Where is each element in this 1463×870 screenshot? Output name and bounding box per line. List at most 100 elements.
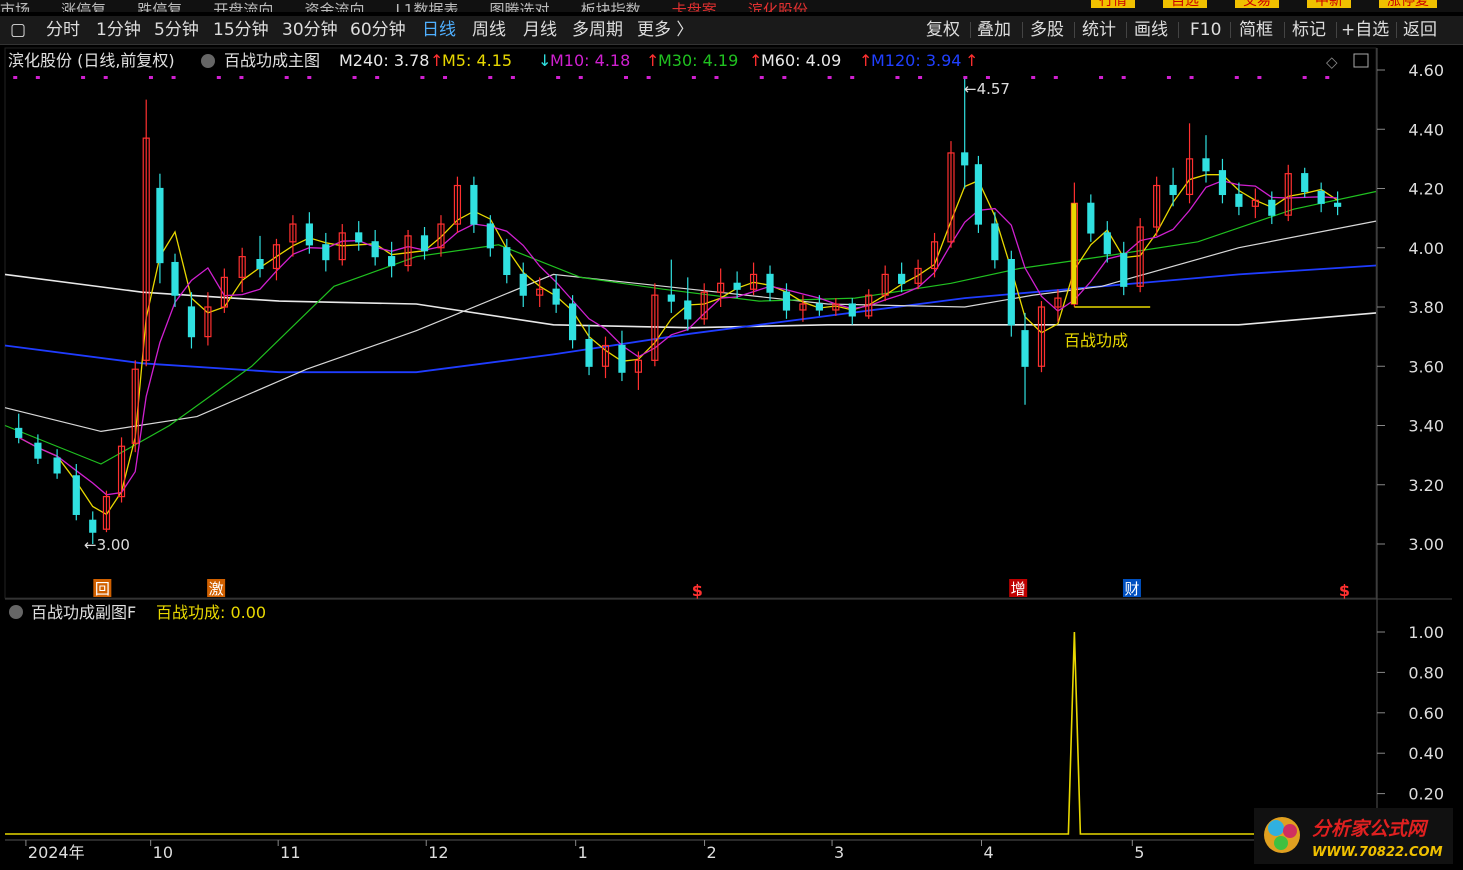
watermark-logo: 分析家公式网 WWW.70822.COM: [1254, 808, 1453, 864]
signal-dot: [827, 76, 832, 79]
x-tick-label: 1: [578, 843, 588, 862]
signal-dot: [420, 76, 425, 79]
period-tab[interactable]: 周线: [472, 19, 506, 41]
kline-chart[interactable]: 滨化股份 (日线,前复权) 百战功成主图 M240: 3.78 ↑ M5: 4.15…: [0, 45, 1463, 866]
candle-body: [1202, 158, 1210, 172]
candle-body: [733, 282, 741, 290]
signal-badge-text: 增: [1011, 580, 1026, 598]
candle-body: [1087, 202, 1095, 234]
candle-body: [89, 519, 97, 533]
watermark-url: WWW.70822.COM: [1312, 845, 1443, 860]
toolbar-button[interactable]: 简框: [1239, 19, 1273, 41]
candle-body: [15, 427, 23, 438]
signal-dot: [81, 76, 86, 79]
toolbar-button[interactable]: 标记: [1292, 19, 1326, 41]
toolbar-button[interactable]: 返回: [1403, 19, 1437, 41]
period-tab[interactable]: 月线: [523, 19, 557, 41]
top-menu-item-red[interactable]: 卡盘案: [672, 3, 717, 13]
toolbar-button[interactable]: 统计: [1082, 19, 1116, 41]
candle-body: [322, 244, 330, 261]
candle-body: [667, 294, 675, 302]
badge[interactable]: 涨停复: [1379, 0, 1437, 8]
diamond-icon[interactable]: ◇: [1326, 53, 1338, 71]
main-y-axis: 4.60 4.40 4.20 4.00 3.80 3.60 3.40 3.20 3.00: [1377, 61, 1444, 554]
top-menu-item[interactable]: L1数据表: [396, 3, 459, 13]
sub-indicator-line: [5, 631, 1254, 835]
y-tick-label: 3.20: [1408, 476, 1444, 495]
candle-body: [388, 256, 396, 267]
signal-dot: [1234, 76, 1239, 79]
signal-dot: [963, 76, 968, 79]
signal-dot: [148, 76, 153, 79]
signal-dot: [850, 76, 855, 79]
badge[interactable]: 行情: [1091, 0, 1135, 8]
badge[interactable]: 交易: [1235, 0, 1279, 8]
period-tab[interactable]: 30分钟: [282, 19, 338, 41]
signal-dot: [1099, 76, 1104, 79]
candle-body: [1120, 253, 1128, 287]
y-tick-label: 3.60: [1408, 357, 1444, 376]
candle-body: [1235, 193, 1243, 207]
candle-body: [1169, 184, 1177, 196]
signal-dot: [1257, 76, 1262, 79]
top-menu-item[interactable]: 板块指数: [581, 3, 641, 13]
top-menu-item-red[interactable]: 滨化股份: [748, 3, 808, 13]
candle-body: [766, 273, 774, 293]
signal-badge-text: 激: [209, 580, 224, 598]
y-tick-label: 4.40: [1408, 120, 1444, 139]
candle-body: [305, 223, 313, 246]
ma-label: M120: 3.94: [871, 51, 961, 70]
sub-indicator-dropdown-icon[interactable]: [9, 605, 23, 619]
top-menu-item[interactable]: 图腾选对: [490, 3, 550, 13]
sub-y-tick-label: 0.80: [1408, 663, 1444, 682]
period-tab[interactable]: 15分钟: [213, 19, 269, 41]
period-tab-active[interactable]: 日线: [422, 19, 456, 41]
toolbar-button[interactable]: 画线: [1134, 19, 1168, 41]
top-menu-item[interactable]: 市场: [0, 3, 30, 13]
period-tab[interactable]: 多周期: [572, 19, 623, 41]
pattern-label: 百战功成: [1064, 331, 1128, 350]
toolbar-button[interactable]: 多股: [1030, 19, 1064, 41]
indicator-dropdown-icon[interactable]: [201, 54, 215, 68]
period-tab[interactable]: 1分钟: [96, 19, 141, 41]
period-tab[interactable]: 5分钟: [154, 19, 199, 41]
ma-label: M5: 4.15: [442, 51, 512, 70]
candle-body: [585, 338, 593, 367]
signal-dot: [103, 76, 108, 79]
more-periods-button[interactable]: 更多 〉: [637, 19, 693, 41]
x-tick-label: 11: [280, 843, 300, 862]
y-tick-label: 4.00: [1408, 239, 1444, 258]
signal-dot: [1325, 76, 1330, 79]
watermark-title: 分析家公式网: [1312, 818, 1429, 840]
candle-body: [486, 223, 494, 249]
toolbar-button[interactable]: +自选: [1341, 19, 1389, 41]
sub-y-tick-label: 1.00: [1408, 623, 1444, 642]
badge[interactable]: 中新: [1307, 0, 1351, 8]
signal-badge-text: 回: [95, 580, 110, 598]
toolbar-button[interactable]: 复权: [926, 19, 960, 41]
x-tick-label: 12: [428, 843, 448, 862]
x-tick-label: 2024年: [28, 843, 85, 862]
candle-body: [72, 475, 80, 515]
sub-signal-line: [5, 631, 1254, 835]
top-right-badges: 行情 自选 交易 中新 涨停复: [1089, 0, 1463, 12]
chart-area[interactable]: 滨化股份 (日线,前复权) 百战功成主图 M240: 3.78 ↑ M5: 4.15…: [0, 45, 1463, 866]
signal-badge-text: 财: [1124, 580, 1139, 598]
candle-body: [974, 164, 983, 225]
toolbar-button[interactable]: F10: [1190, 19, 1221, 41]
ma-legend: M240: 3.78 ↑M5: 4.15 ↓M10: 4.18 ↑M30: 4.19 ↑…: [339, 51, 978, 70]
y-tick-label: 4.20: [1408, 180, 1444, 199]
top-menu-item[interactable]: 资金流向: [304, 3, 364, 13]
badge[interactable]: 自选: [1163, 0, 1207, 8]
top-menu-item[interactable]: 跌停复: [137, 3, 182, 13]
period-tab[interactable]: 分时: [46, 19, 80, 41]
period-tab[interactable]: 60分钟: [350, 19, 406, 41]
toolbar-button[interactable]: 叠加: [977, 19, 1011, 41]
time-axis: 2024年 10 11 12 1 2 3 4 5: [25, 840, 1144, 862]
candle-body: [1007, 259, 1015, 326]
top-menu-item[interactable]: 开盘流向: [213, 3, 273, 13]
sub-indicator-name[interactable]: 百战功成副图F: [31, 603, 136, 622]
window-icon[interactable]: ▢: [10, 19, 26, 41]
top-menu-item[interactable]: 涨停复: [61, 3, 106, 13]
main-indicator-name[interactable]: 百战功成主图: [224, 51, 320, 70]
